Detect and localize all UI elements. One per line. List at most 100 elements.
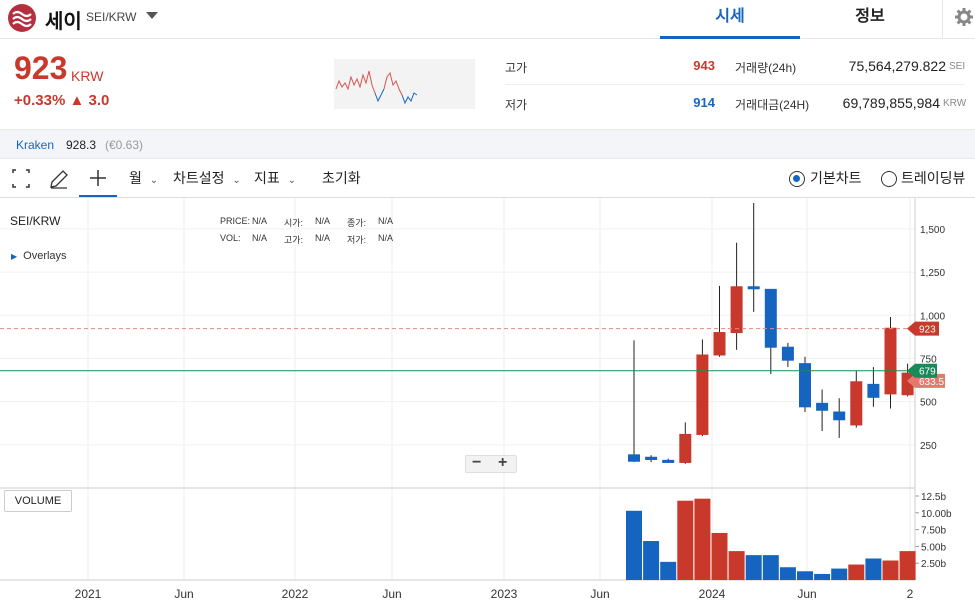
price-change: +0.33% ▲ 3.0 xyxy=(14,92,110,109)
price-tick-label: 1,250 xyxy=(920,268,945,279)
reset-button[interactable]: 초기화 xyxy=(322,160,361,197)
zoom-control: − + xyxy=(465,454,517,473)
volume-bar xyxy=(643,541,660,580)
volume-bar xyxy=(762,555,779,580)
tab-market-price[interactable]: 시세 xyxy=(660,0,800,39)
legend-price-value: N/A xyxy=(252,216,268,226)
chevron-down-icon: ⌄ xyxy=(232,175,241,186)
time-tick-label: 2022 xyxy=(282,587,309,601)
volume-tick-label: 2.50b xyxy=(921,559,946,570)
time-tick-label: Jun xyxy=(797,587,816,601)
stats-divider xyxy=(505,84,965,85)
candle-body xyxy=(799,363,811,408)
volume-bar xyxy=(865,558,882,580)
indicators-menu[interactable]: 지표 ⌄ xyxy=(254,160,296,197)
low-value: 914 xyxy=(693,95,715,110)
volume-panel-button[interactable]: VOLUME xyxy=(4,490,72,512)
interval-label: 월 xyxy=(129,170,142,186)
sparkline-chart xyxy=(334,59,475,109)
fullscreen-icon[interactable] xyxy=(10,160,32,197)
moving-average-marker-label: 679 xyxy=(919,367,936,378)
candle-body xyxy=(645,456,658,461)
candle-body xyxy=(628,454,640,462)
candle-body xyxy=(884,327,897,395)
price-chart-area[interactable]: 2021 Jun 2022 Jun 2023 Jun 2024 Jun 2 1,500 1,250 1… xyxy=(0,198,975,602)
volume-bar xyxy=(694,498,711,580)
candle-body xyxy=(662,459,675,463)
gear-icon[interactable] xyxy=(942,0,975,39)
volume-bar xyxy=(745,555,762,580)
time-tick-label: Jun xyxy=(382,587,401,601)
chevron-down-icon: ⌄ xyxy=(149,175,159,186)
legend-close-label: 종가: xyxy=(347,218,367,228)
chevron-down-icon: ⌄ xyxy=(287,175,297,186)
legend-high-label: 고가: xyxy=(284,235,304,245)
chart-settings-menu[interactable]: 차트설정 ⌄ xyxy=(173,160,241,197)
price-tick-label: 500 xyxy=(920,398,937,409)
price-tick-label: 1,500 xyxy=(920,225,945,236)
price-tick-label: 1,000 xyxy=(920,311,945,322)
current-price: 923 xyxy=(14,50,68,86)
volume-bar xyxy=(711,532,728,580)
legend-vol-value: N/A xyxy=(252,233,268,243)
legend-price-label: PRICE: xyxy=(220,216,251,226)
time-tick-label: Jun xyxy=(590,587,609,601)
legend-open-label: 시가: xyxy=(284,218,304,228)
coin-pair: SEI/KRW xyxy=(86,10,137,24)
volume-bar xyxy=(677,500,694,580)
chart-settings-label: 차트설정 xyxy=(173,170,225,186)
time-tick-label: 2023 xyxy=(491,587,518,601)
volume-bar xyxy=(831,568,848,580)
zoom-out-button[interactable]: − xyxy=(472,454,481,472)
candle-body xyxy=(833,411,846,421)
legend-close-value: N/A xyxy=(378,216,394,226)
legend-low-value: N/A xyxy=(378,233,394,243)
candle-body xyxy=(747,286,760,290)
sei-logo-icon xyxy=(8,4,36,32)
volume-tick-label: 12.5b xyxy=(921,492,946,503)
exchange-strip: Kraken 928.3 (€0.63) xyxy=(0,129,975,159)
volume-bar xyxy=(882,560,899,580)
tab-info[interactable]: 정보 xyxy=(800,0,940,39)
candle-body xyxy=(781,346,794,361)
legend-high-value: N/A xyxy=(315,233,331,243)
volume-bar xyxy=(626,510,642,580)
indicators-label: 지표 xyxy=(254,170,280,186)
time-tick-label: 2 xyxy=(907,587,914,601)
candlestick-chart: 2021 Jun 2022 Jun 2023 Jun 2024 Jun 2 1,500 1,250 1… xyxy=(0,198,952,601)
volume-bar xyxy=(779,567,796,580)
pencil-icon[interactable] xyxy=(47,160,71,197)
coin-select-chevron-down-icon[interactable] xyxy=(146,12,158,19)
candle-body xyxy=(867,383,880,398)
basic-chart-label[interactable]: 기본차트 xyxy=(810,160,862,197)
candle-body xyxy=(850,381,863,426)
crosshair-icon[interactable] xyxy=(79,160,117,197)
volume-bar xyxy=(814,573,831,580)
amount-unit: KRW xyxy=(943,98,967,109)
high-label: 고가 xyxy=(505,61,528,75)
volume-bar xyxy=(797,571,813,580)
volume-24h-label: 거래량(24h) xyxy=(735,61,797,75)
basic-chart-radio[interactable] xyxy=(789,171,805,187)
volume-bar xyxy=(848,564,865,580)
candle-body xyxy=(713,332,726,356)
candle-body xyxy=(679,433,692,463)
chart-toolbar: 월 ⌄ 차트설정 ⌄ 지표 ⌄ 초기화 기본차트 트레이딩뷰 xyxy=(0,160,975,198)
exchange-name-link[interactable]: Kraken xyxy=(16,138,54,152)
interval-select[interactable]: 월 ⌄ xyxy=(129,160,158,197)
high-value: 943 xyxy=(693,58,715,73)
volume-24h-value: 75,564,279.822 xyxy=(848,58,946,74)
overlays-toggle[interactable]: Overlays xyxy=(11,250,66,262)
last-price-marker-label: 923 xyxy=(919,325,936,336)
time-tick-label: 2021 xyxy=(75,587,102,601)
trading-view-radio[interactable] xyxy=(881,171,897,187)
legend-open-value: N/A xyxy=(315,216,331,226)
volume-tick-label: 7.50b xyxy=(921,526,946,537)
low-label: 저가 xyxy=(505,98,528,112)
trading-view-label[interactable]: 트레이딩뷰 xyxy=(901,160,965,197)
price-tick-label: 250 xyxy=(920,441,937,452)
zoom-in-button[interactable]: + xyxy=(498,454,507,472)
coin-name: 세이 xyxy=(45,11,82,33)
amount-24h-value: 69,789,855,984 xyxy=(842,95,940,111)
exchange-price: 928.3 xyxy=(66,138,97,152)
